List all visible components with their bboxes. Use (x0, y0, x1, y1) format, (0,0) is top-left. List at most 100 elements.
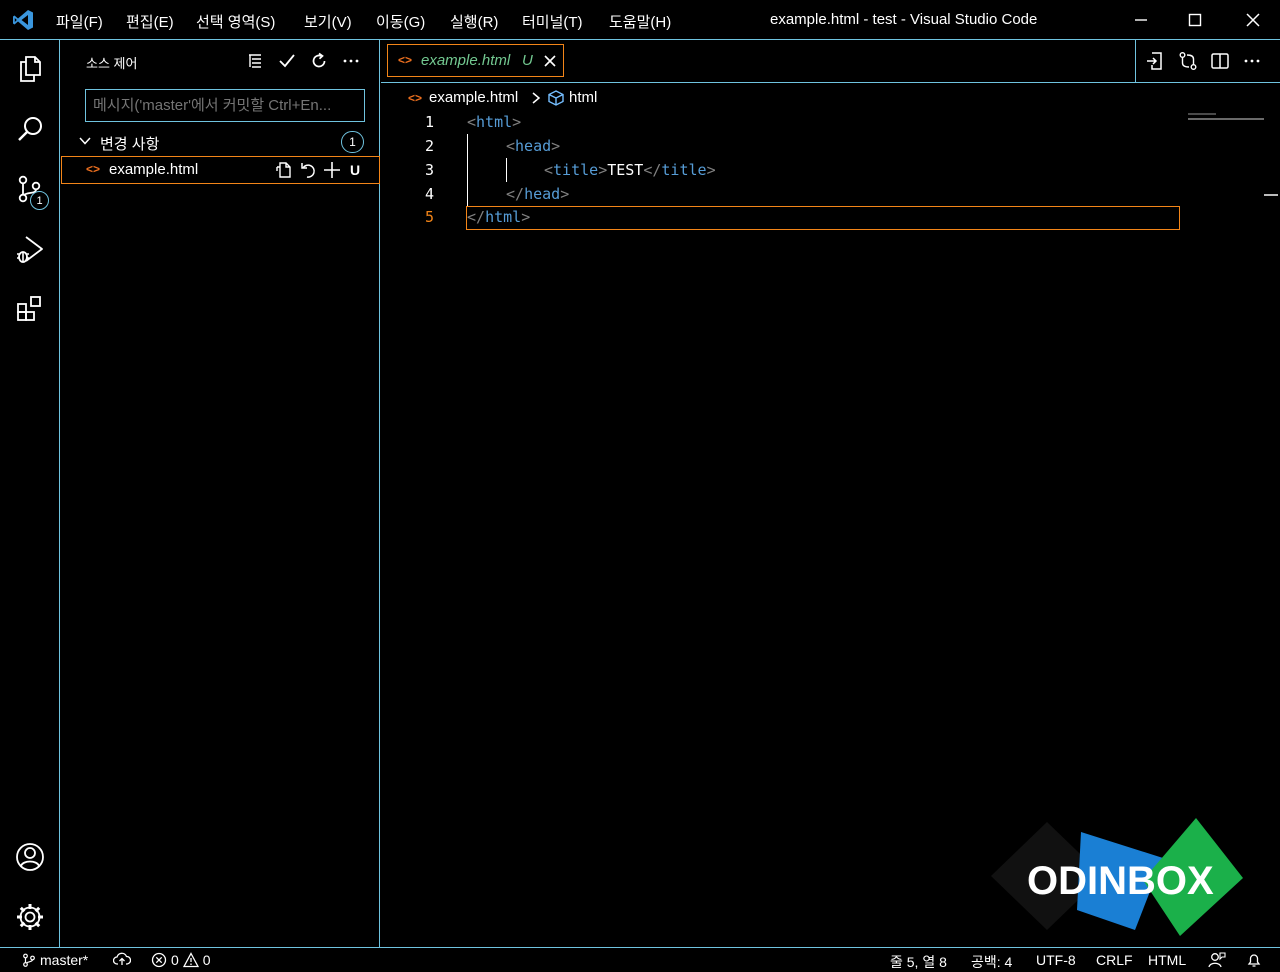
menu-help[interactable]: 도움말(H) (609, 11, 671, 32)
cursor-position[interactable]: 줄 5, 열 8 (890, 952, 947, 972)
tab-label[interactable]: example.html (421, 52, 510, 69)
view-as-tree-button[interactable] (244, 50, 266, 72)
code-line-3[interactable]: <title>TEST</title> (544, 161, 716, 179)
branch-icon (23, 953, 35, 967)
encoding-setting[interactable]: UTF-8 (1036, 952, 1076, 968)
bell-icon (1247, 954, 1261, 967)
search-button[interactable] (12, 111, 48, 147)
maximize-button[interactable] (1172, 0, 1218, 39)
breadcrumb-file[interactable]: example.html (429, 89, 518, 106)
go-to-file-icon (1147, 52, 1162, 70)
feedback-icon (1208, 952, 1226, 968)
gear-icon (17, 904, 43, 930)
html-file-icon: <> (86, 162, 101, 176)
branch-indicator[interactable]: master* (22, 952, 88, 968)
run-debug-button[interactable] (12, 231, 48, 267)
cloud-upload-icon (113, 952, 131, 965)
indent-guide (506, 158, 507, 182)
odinbox-watermark-logo: ODINBOX (985, 818, 1245, 950)
code-line-2[interactable]: <head> (506, 137, 560, 155)
refresh-icon (312, 52, 326, 68)
minimap[interactable] (1188, 113, 1216, 115)
minimap-slider[interactable] (1188, 118, 1264, 120)
menu-go[interactable]: 이동(G) (376, 11, 425, 32)
close-icon (544, 55, 556, 67)
close-window-button[interactable] (1230, 0, 1276, 39)
warning-count: 0 (202, 952, 211, 968)
line-number: 1 (424, 113, 434, 131)
close-icon (1246, 12, 1260, 27)
sidebar-title: 소스 제어 (86, 56, 138, 71)
extensions-button[interactable] (12, 291, 48, 327)
open-file-action-button[interactable] (1142, 48, 1168, 74)
account-icon (16, 843, 44, 871)
discard-changes-button[interactable] (298, 159, 318, 181)
code-line-4[interactable]: </head> (506, 185, 569, 203)
changed-file-name[interactable]: example.html (109, 161, 198, 178)
menu-view[interactable]: 보기(V) (304, 11, 352, 32)
tag-name: title (661, 161, 707, 179)
files-icon (20, 56, 41, 82)
menu-file[interactable]: 파일(F) (56, 11, 103, 32)
line-number-current: 5 (424, 208, 434, 226)
tag-name: head (524, 185, 561, 203)
menu-terminal[interactable]: 터미널(T) (522, 11, 583, 32)
menu-run[interactable]: 실행(R) (450, 11, 498, 32)
plus-icon (324, 162, 340, 178)
current-line-highlight (466, 206, 1180, 230)
chevron-right-icon (530, 90, 542, 106)
branch-name: master* (40, 952, 89, 968)
compare-changes-icon (1179, 52, 1197, 70)
ellipsis-icon (1244, 59, 1260, 63)
commit-button[interactable] (276, 50, 298, 72)
problems-indicator[interactable]: 0 0 (151, 952, 211, 968)
language-mode[interactable]: HTML (1148, 952, 1186, 968)
eol-setting[interactable]: CRLF (1096, 952, 1133, 968)
ellipsis-icon (343, 59, 359, 63)
html-file-icon: <> (398, 53, 413, 67)
minimize-button[interactable] (1118, 0, 1164, 39)
code-line-5[interactable]: </html> (467, 208, 530, 226)
feedback-button[interactable] (1208, 952, 1226, 968)
watermark-text: ODINBOX (1027, 859, 1214, 903)
menu-selection[interactable]: 선택 영역(S) (196, 11, 275, 32)
explorer-button[interactable] (12, 51, 48, 87)
text-content: TEST (607, 161, 644, 179)
discard-icon (301, 163, 315, 178)
indentation-setting[interactable]: 공백: 4 (971, 952, 1012, 972)
tab-close-button[interactable] (540, 51, 560, 71)
line-number: 3 (424, 161, 434, 179)
accounts-button[interactable] (12, 839, 48, 875)
refresh-button[interactable] (308, 50, 330, 72)
maximize-icon (1188, 13, 1202, 26)
tag-name: html (476, 113, 513, 131)
extensions-icon (17, 296, 41, 321)
code-line-1[interactable]: <html> (467, 113, 521, 131)
breadcrumb-symbol[interactable]: html (569, 89, 597, 106)
source-control-badge: 1 (30, 191, 49, 210)
vscode-logo-icon (12, 9, 34, 31)
open-changes-button[interactable] (1175, 48, 1201, 74)
changes-section-label[interactable]: 변경 사항 (100, 133, 159, 154)
manage-button[interactable] (12, 899, 48, 935)
publish-branch-button[interactable] (113, 952, 131, 966)
minimize-icon (1135, 18, 1147, 21)
scrollbar-cursor-marker (1264, 194, 1278, 196)
open-file-button[interactable] (274, 159, 294, 181)
more-actions-button[interactable] (340, 50, 362, 72)
open-file-icon (276, 162, 291, 178)
tag-name: head (515, 137, 552, 155)
stage-changes-button[interactable] (322, 159, 342, 181)
error-count: 0 (171, 952, 179, 968)
line-number: 4 (424, 185, 434, 203)
list-tree-icon (249, 54, 261, 68)
editor-more-actions-button[interactable] (1239, 48, 1265, 74)
notifications-button[interactable] (1246, 952, 1262, 968)
changes-count-badge: 1 (341, 131, 364, 153)
error-icon (151, 952, 167, 968)
chevron-down-icon[interactable] (78, 134, 92, 148)
commit-message-input[interactable] (85, 89, 365, 122)
html-file-icon: <> (408, 91, 423, 105)
split-editor-button[interactable] (1207, 48, 1233, 74)
menu-edit[interactable]: 편집(E) (126, 11, 174, 32)
